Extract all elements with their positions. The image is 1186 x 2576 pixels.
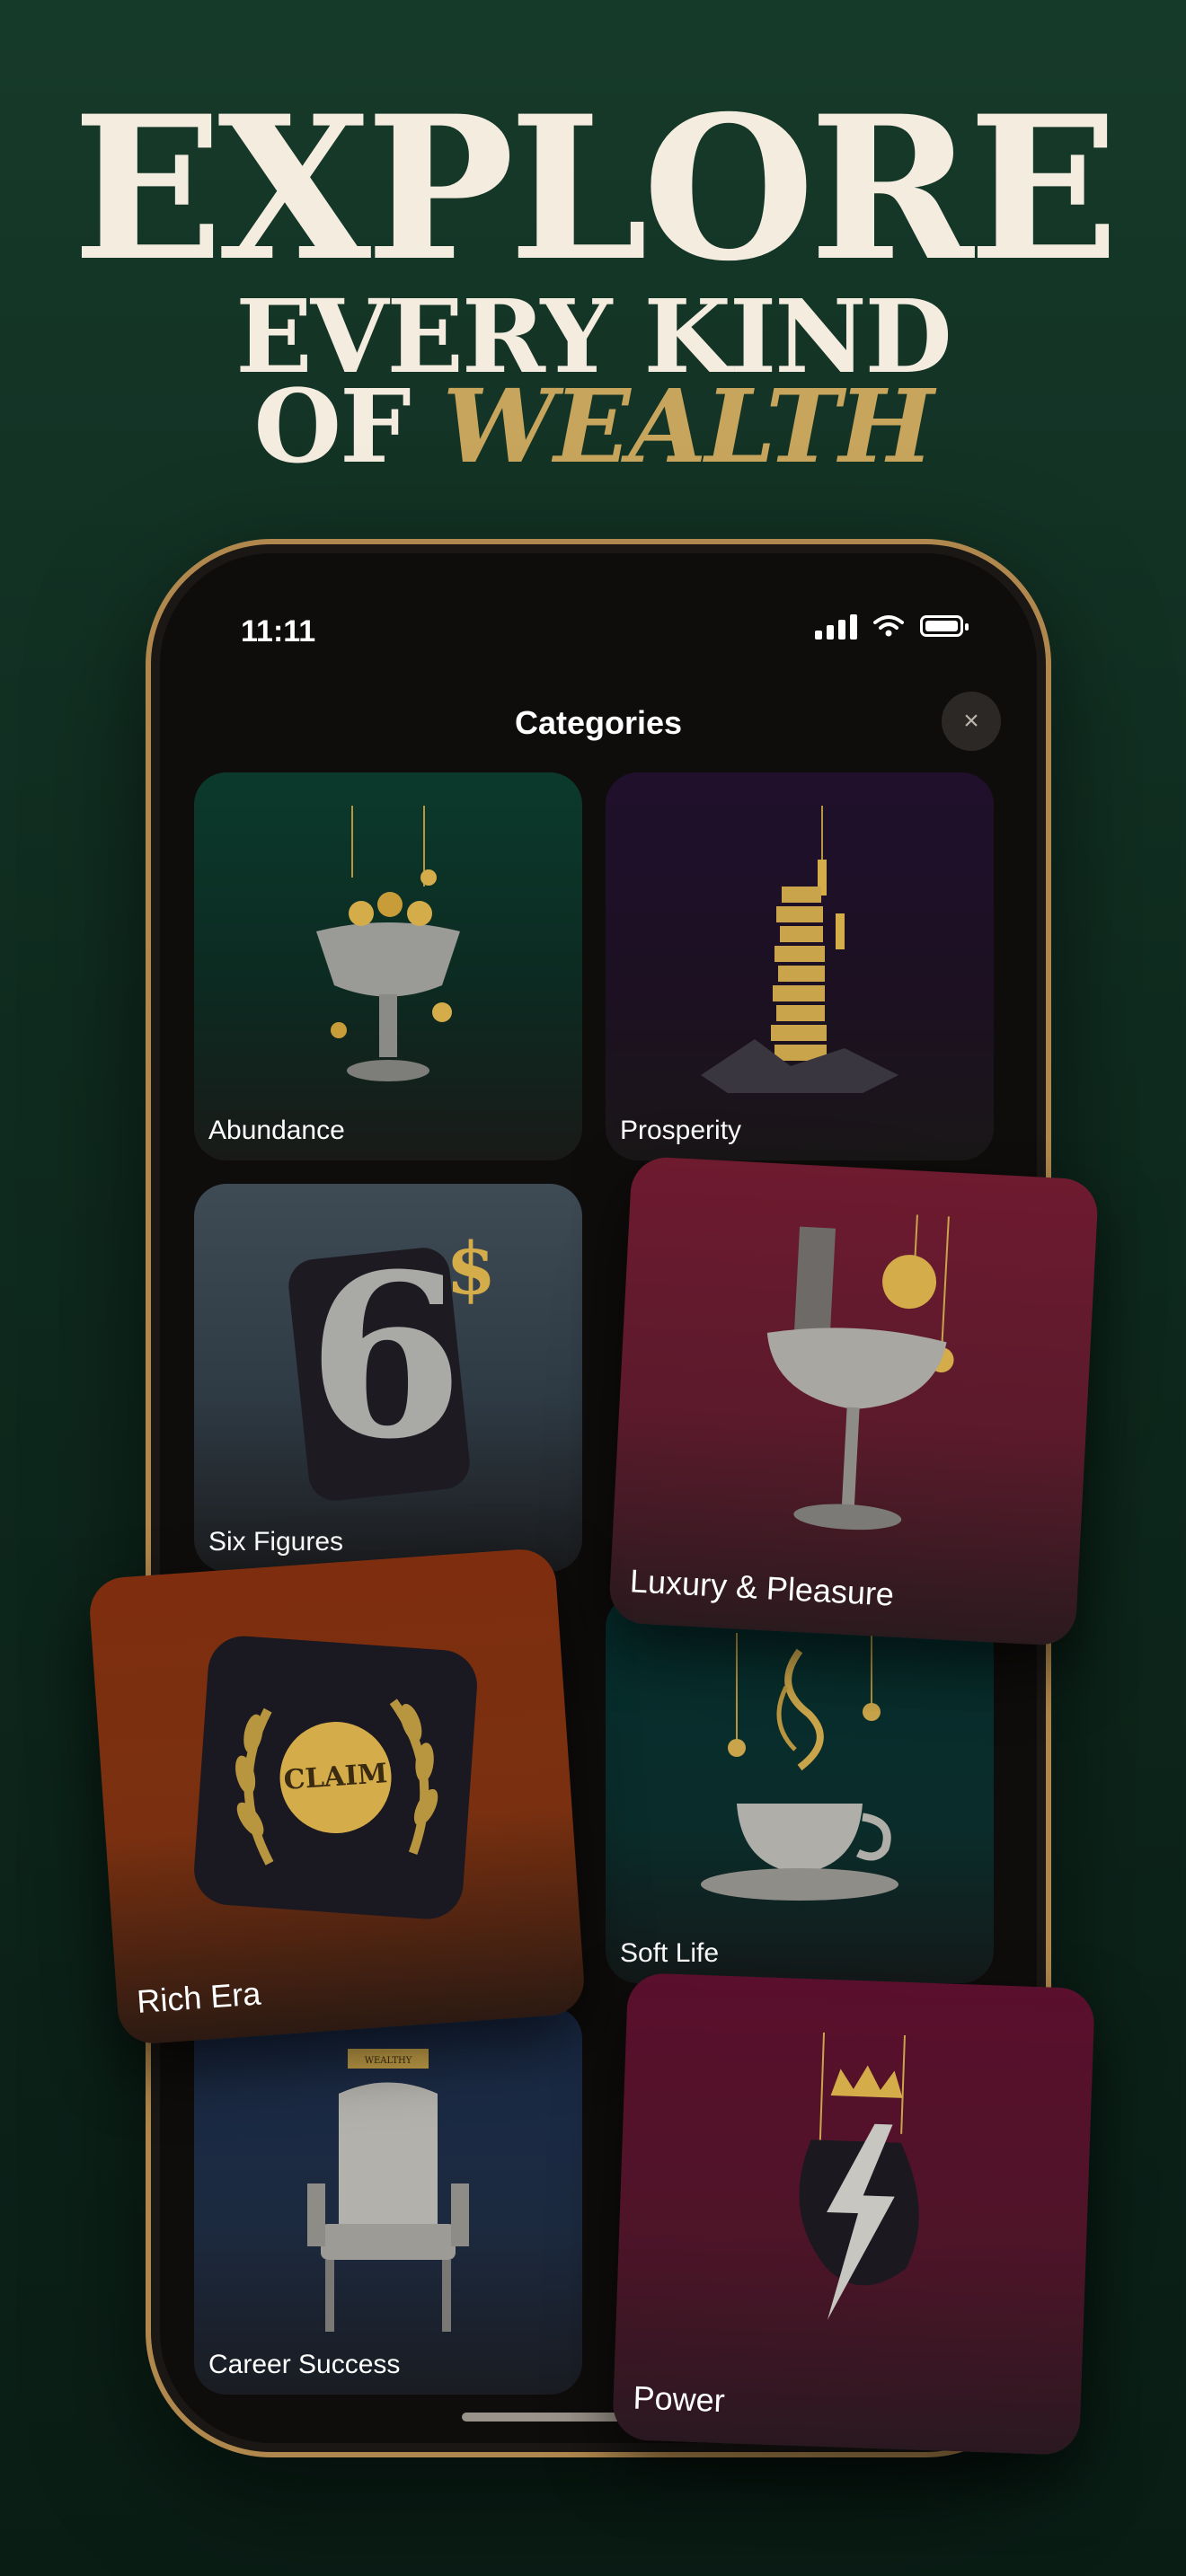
- category-label: Abundance: [208, 1116, 345, 1145]
- category-label: Career Success: [208, 2350, 401, 2379]
- teacup-icon: [701, 1633, 898, 1901]
- champagne-glass-icon: [766, 1214, 954, 1531]
- category-label: Prosperity: [620, 1116, 742, 1145]
- category-card-career-success[interactable]: WEALTHY Career Success: [194, 2007, 582, 2395]
- laurel-medallion-art: CLAIM: [182, 1624, 490, 1931]
- wifi-icon: [873, 615, 904, 637]
- headline-of: OF: [253, 368, 443, 486]
- category-card-prosperity[interactable]: Prosperity: [606, 772, 994, 1160]
- six-numeral: 6: [307, 1224, 464, 1489]
- chalice-icon: [316, 806, 460, 1082]
- lightning-crown-icon: [799, 2032, 919, 2321]
- category-label: Soft Life: [620, 1938, 720, 1968]
- headline-wealth: WEALTH: [442, 368, 934, 486]
- category-card-six-figures[interactable]: 6 $ Six Figures: [194, 1184, 582, 1572]
- category-label: Power: [633, 2378, 726, 2420]
- cellular-signal-icon: [815, 613, 857, 640]
- category-card-abundance[interactable]: Abundance: [194, 772, 582, 1160]
- headline-explore: EXPLORE: [72, 72, 1120, 304]
- category-label: Six Figures: [208, 1527, 344, 1557]
- wealthy-plaque: WEALTHY: [365, 2056, 412, 2066]
- category-card-power[interactable]: Power: [612, 1972, 1095, 2456]
- category-card-luxury-pleasure[interactable]: Luxury & Pleasure: [607, 1155, 1100, 1647]
- throne-icon: WEALTHY: [307, 2049, 469, 2333]
- battery-icon: [920, 615, 969, 637]
- category-card-rich-era[interactable]: CLAIM Rich Era: [87, 1547, 587, 2046]
- category-card-soft-life[interactable]: Soft Life: [606, 1595, 994, 1983]
- dollar-icon: $: [446, 1226, 496, 1311]
- status-icons: [815, 613, 969, 640]
- headline-of-wealth: OF WEALTH: [0, 377, 1186, 478]
- category-label: Luxury & Pleasure: [629, 1562, 896, 1613]
- sheet-title: Categories: [514, 704, 683, 741]
- close-icon: ×: [963, 706, 979, 736]
- six-figures-art: 6 $: [271, 1226, 505, 1513]
- close-button[interactable]: ×: [942, 692, 1001, 751]
- category-label: Rich Era: [135, 1974, 262, 2021]
- gold-tower-icon: [701, 806, 898, 1094]
- status-time: 11:11: [241, 614, 316, 648]
